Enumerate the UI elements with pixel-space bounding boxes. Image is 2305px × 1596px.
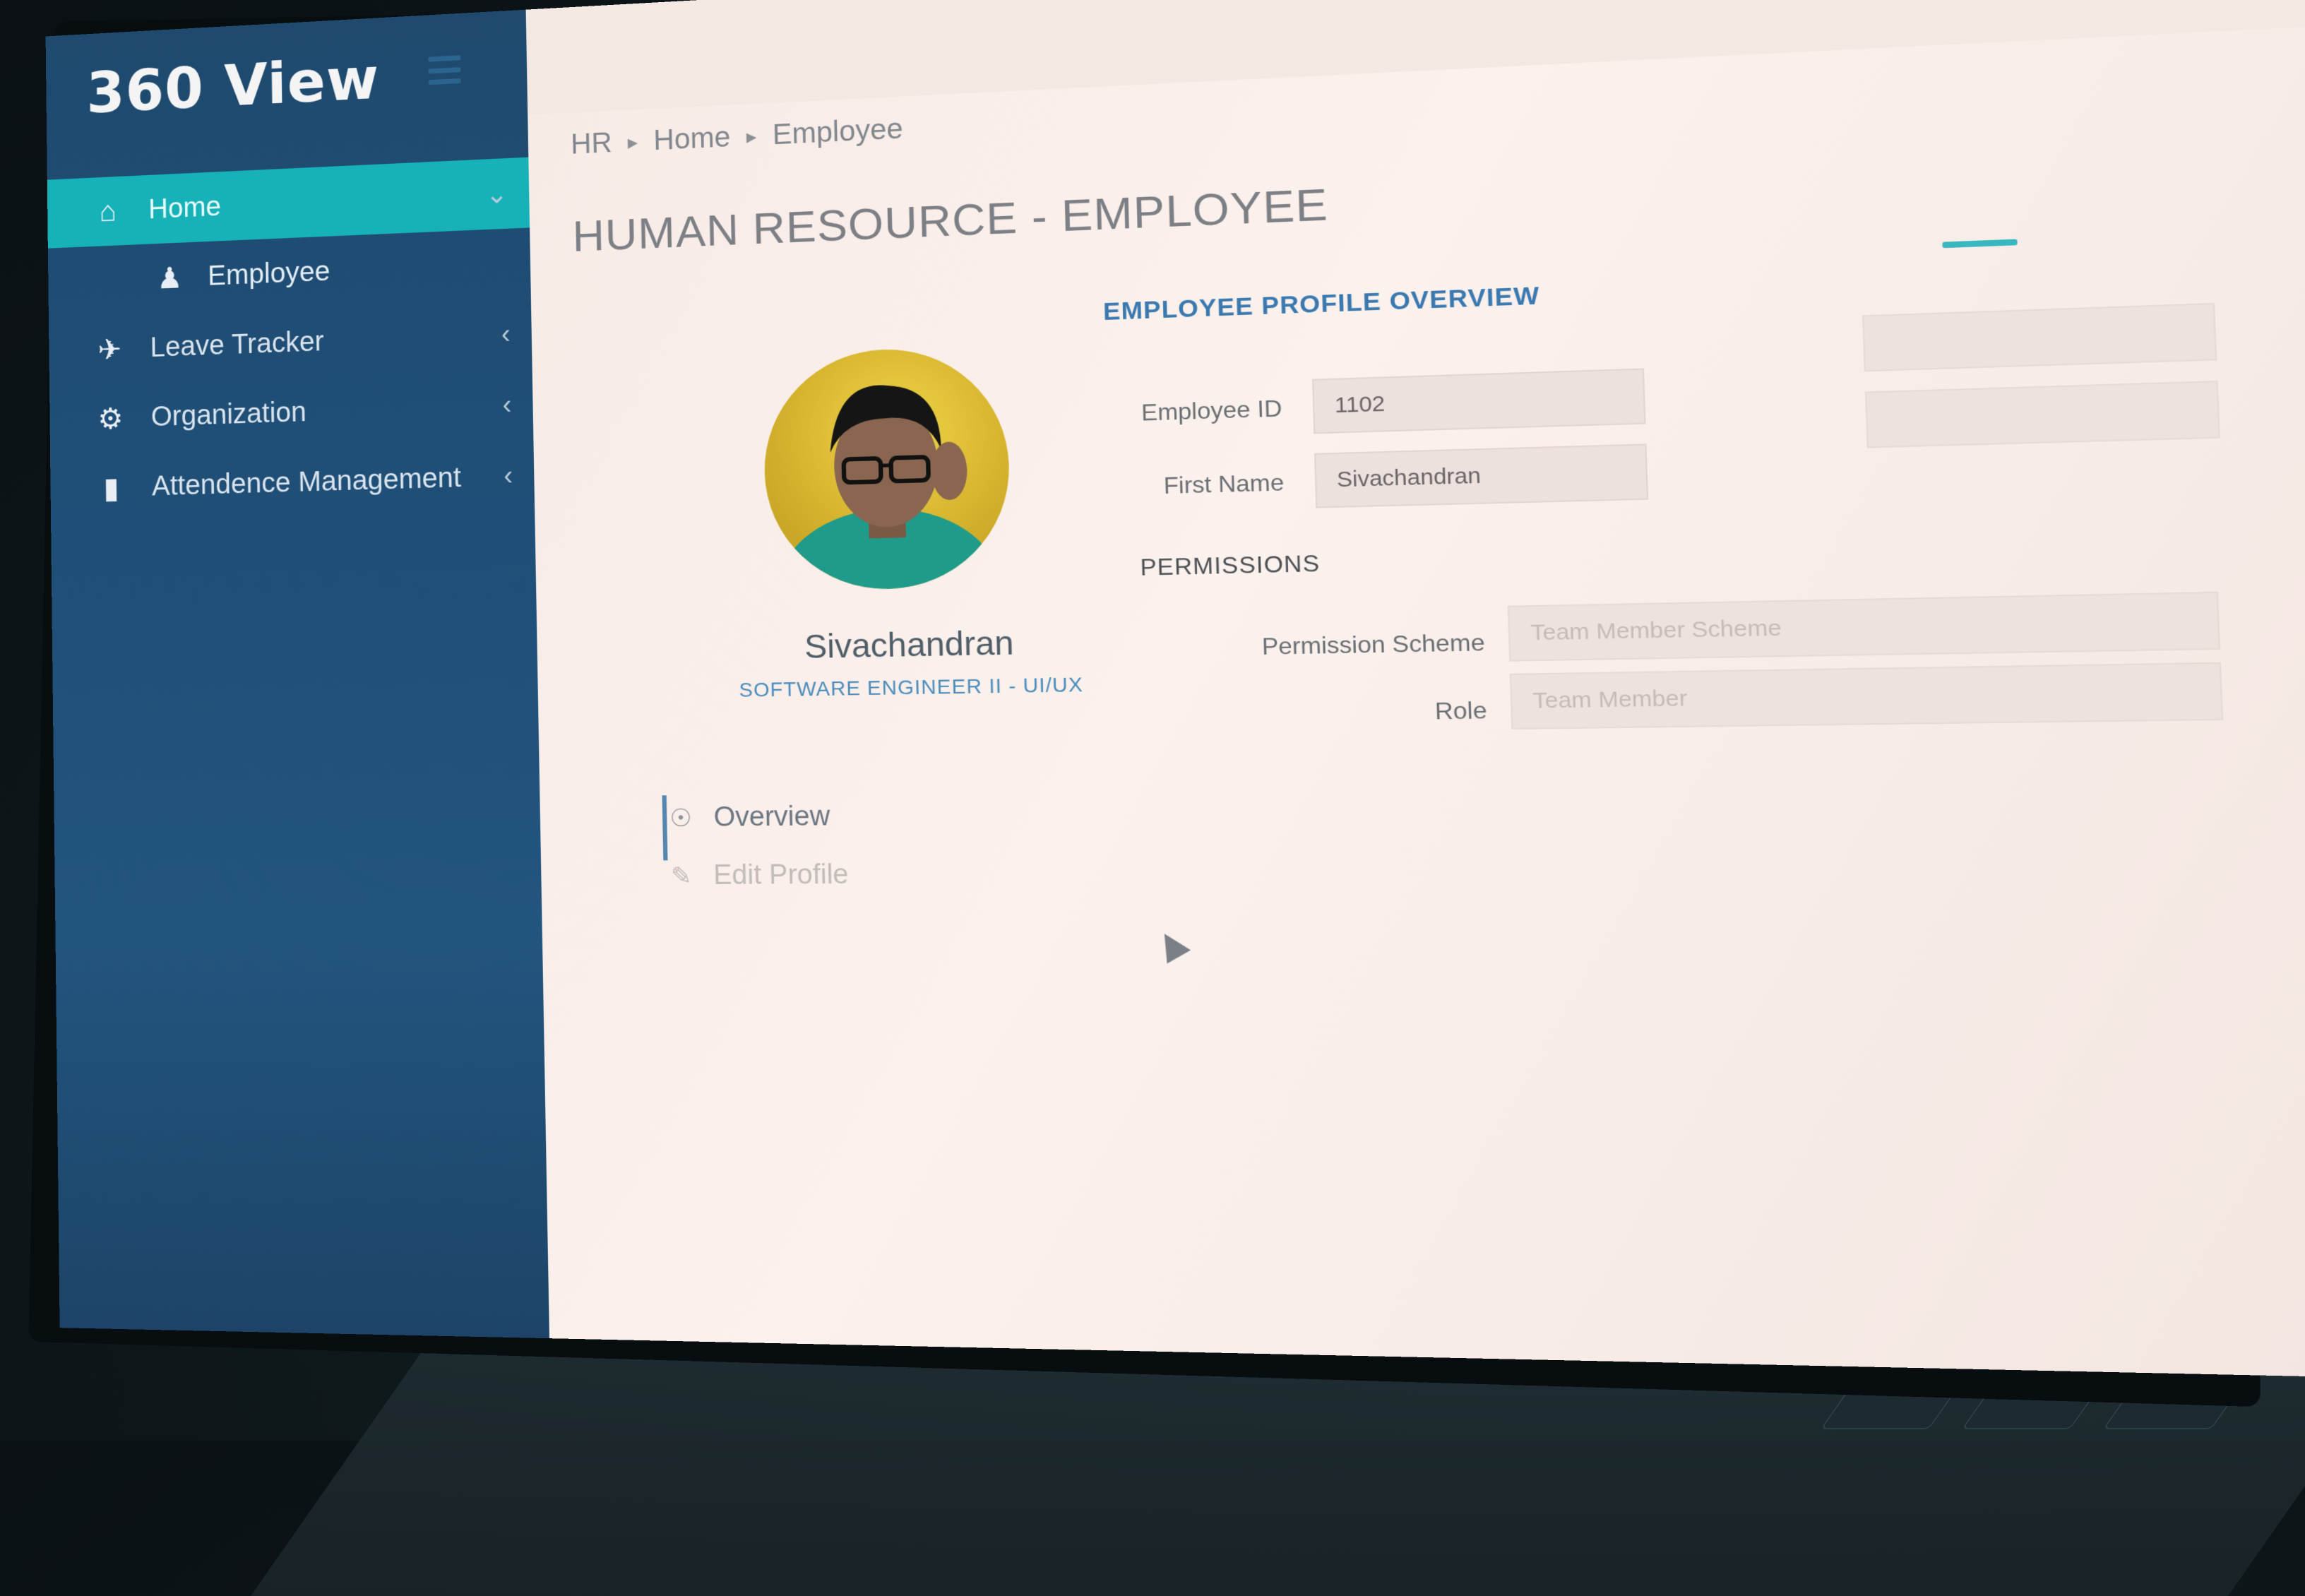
menu-edit-profile[interactable]: ✎ Edit Profile <box>671 859 849 892</box>
eye-icon: ☉ <box>669 804 692 833</box>
sidebar-item-label: Leave Tracker <box>150 326 324 363</box>
caret-right-icon: ▸ <box>746 124 757 148</box>
caret-right-icon: ▸ <box>628 130 638 154</box>
sidebar: 360 View ⌂ Home ⌄ ♟ Employee ✈ Leave Tra… <box>46 10 549 1338</box>
profile-name: Sivachandran <box>754 622 1067 667</box>
chevron-down-icon: ⌄ <box>485 177 508 210</box>
user-icon: ♟ <box>149 260 190 295</box>
breadcrumb-item-home[interactable]: Home <box>653 121 731 156</box>
label-permission-scheme: Permission Scheme <box>1234 629 1486 661</box>
menu-overview[interactable]: ☉ Overview <box>669 801 830 833</box>
breadcrumb-item-hr[interactable]: HR <box>571 126 612 160</box>
menu-item-label: Edit Profile <box>713 859 849 891</box>
sidebar-item-attendence[interactable]: ▮ Attendence Management ‹ <box>50 440 535 524</box>
chevron-left-icon: ‹ <box>502 390 511 421</box>
users-icon: ⚙ <box>90 400 131 436</box>
menu-toggle-icon[interactable] <box>428 55 460 85</box>
home-icon: ⌂ <box>88 194 129 229</box>
role-field[interactable]: Team Member <box>1510 662 2224 729</box>
last-name-field[interactable] <box>1865 381 2220 448</box>
sidebar-item-label: Home <box>148 191 221 225</box>
employee-id-field[interactable]: 1102 <box>1312 368 1646 434</box>
laptop-screen: 360 View ⌂ Home ⌄ ♟ Employee ✈ Leave Tra… <box>46 0 2305 1378</box>
sidebar-item-label: Organization <box>151 396 307 433</box>
pencil-icon: ✎ <box>671 862 692 891</box>
sidebar-item-label: Attendence Management <box>152 462 462 502</box>
brand-logo[interactable]: 360 View <box>86 46 380 126</box>
plane-icon: ✈ <box>89 331 130 367</box>
chevron-left-icon: ‹ <box>504 461 513 492</box>
sidebar-item-label: Employee <box>208 256 330 292</box>
label-role: Role <box>1236 696 1487 727</box>
file-icon: ▮ <box>90 470 131 505</box>
label-employee-id: Employee ID <box>1105 395 1282 427</box>
first-name-field[interactable]: Sivachandran <box>1314 443 1648 508</box>
chevron-left-icon: ‹ <box>501 319 511 350</box>
menu-item-label: Overview <box>713 801 830 833</box>
email-field[interactable] <box>1862 303 2217 371</box>
section-title-permissions: PERMISSIONS <box>1140 550 1321 582</box>
label-first-name: First Name <box>1107 469 1285 501</box>
breadcrumb-item-employee: Employee <box>773 112 904 150</box>
